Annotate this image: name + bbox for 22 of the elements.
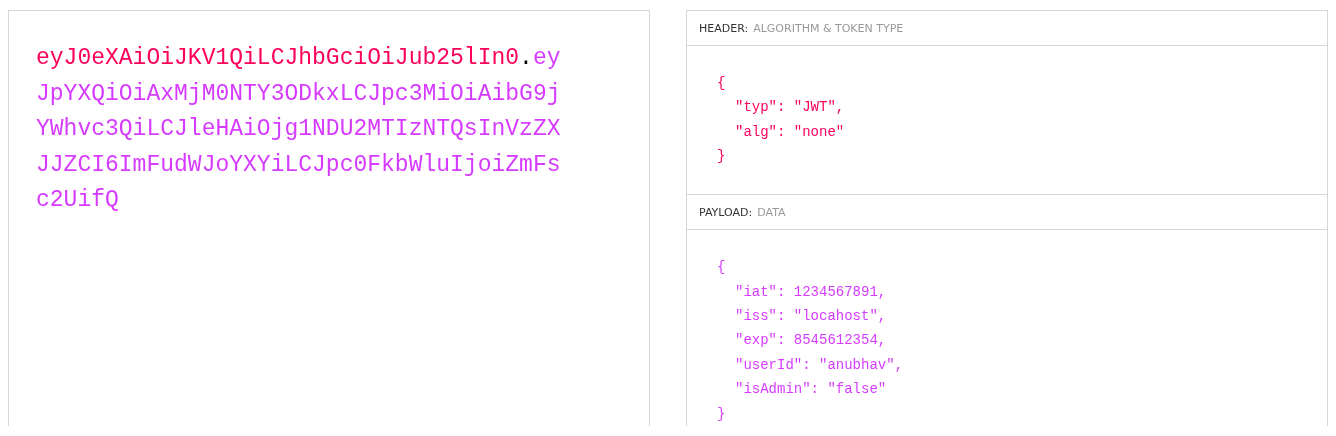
json-entry: "isAdmin": "false"	[735, 381, 887, 398]
token-payload-text: JpYXQiOiAxMjM0NTY3ODkxLCJpc3MiOiAibG9j	[36, 80, 561, 107]
json-brace: {	[717, 259, 726, 276]
section-title: PAYLOAD:	[699, 205, 753, 219]
json-entry: "exp": 8545612354,	[735, 332, 887, 349]
json-entry: "typ": "JWT",	[735, 99, 845, 116]
token-dot: .	[519, 45, 533, 71]
json-brace: }	[717, 405, 726, 422]
token-payload-text: YWhvc3QiLCJleHAiOjg1NDU2MTIzNTQsInVzZX	[36, 116, 561, 142]
json-entry: "iat": 1234567891,	[735, 283, 887, 300]
section-title: HEADER:	[699, 21, 749, 35]
token-payload-text: c2UifQ	[36, 187, 119, 213]
token-payload-text: JJZCI6ImFudWJoYXYiLCJpc0FkbWluIjoiZmFs	[36, 151, 561, 178]
section-subtitle: ALGORITHM & TOKEN TYPE	[753, 21, 904, 35]
json-brace: {	[717, 75, 726, 91]
json-entry: "iss": "locahost",	[735, 307, 887, 324]
json-entry: "userId": "anubhav",	[735, 356, 904, 373]
token-payload-text: ey	[532, 45, 561, 71]
json-entry: "alg": "none"	[735, 123, 845, 140]
section-subtitle: DATA	[757, 205, 786, 219]
json-brace: }	[717, 148, 726, 165]
token-header-text: eyJ0eXAiOiJKV1QiLCJhbGciOiJub25lIn0	[36, 45, 520, 71]
